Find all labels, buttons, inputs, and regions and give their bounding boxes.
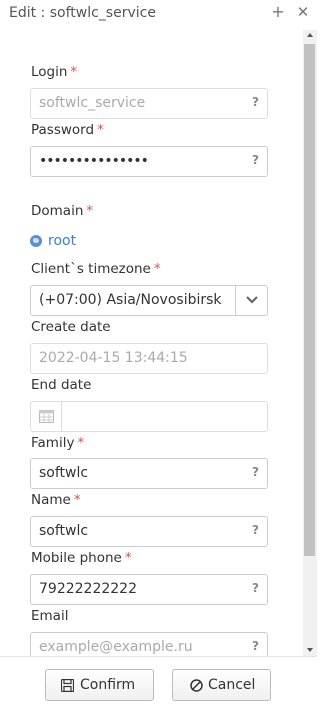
help-icon[interactable]: ? <box>252 95 259 109</box>
plus-icon[interactable]: + <box>271 3 285 21</box>
email-label: Email <box>31 608 69 624</box>
required-mark: * <box>153 261 161 277</box>
dialog-footer: Confirm Cancel <box>0 656 317 707</box>
dialog-title: Edit : softwlc_service <box>9 5 156 21</box>
login-label: Login * <box>31 64 78 80</box>
help-icon[interactable]: ? <box>252 523 259 537</box>
required-mark: * <box>86 203 94 219</box>
email-placeholder: example@example.ru <box>39 639 193 655</box>
cancel-label: Cancel <box>208 677 256 693</box>
mobile-phone-field[interactable]: 79222222222 ? <box>30 574 268 605</box>
family-field[interactable]: softwlc ? <box>30 458 268 489</box>
password-field[interactable]: ••••••••••••••• ? <box>30 146 268 177</box>
domain-value: root <box>48 233 77 249</box>
timezone-value: (+07:00) Asia/Novosibirsk <box>39 292 222 308</box>
family-label: Family * <box>31 435 85 451</box>
mobile-phone-label: Mobile phone * <box>31 550 132 566</box>
domain-label: Domain * <box>31 203 94 219</box>
password-value: ••••••••••••••• <box>39 153 149 169</box>
family-value: softwlc <box>39 465 89 481</box>
create-date-field: 2022-04-15 13:44:15 <box>30 343 268 374</box>
vertical-scrollbar[interactable] <box>303 30 317 656</box>
required-mark: * <box>70 64 78 80</box>
end-date-label: End date <box>31 377 92 393</box>
cancel-icon <box>190 679 203 692</box>
help-icon[interactable]: ? <box>252 581 259 595</box>
help-icon[interactable]: ? <box>252 639 259 653</box>
help-icon[interactable]: ? <box>252 153 259 167</box>
save-icon <box>61 679 74 692</box>
required-mark: * <box>124 550 132 566</box>
scroll-up-arrow-icon[interactable] <box>307 33 313 37</box>
required-mark: * <box>97 122 104 138</box>
confirm-label: Confirm <box>80 677 136 693</box>
create-date-label: Create date <box>31 319 111 335</box>
timezone-label: Client`s timezone * <box>31 261 161 277</box>
name-field[interactable]: softwlc ? <box>30 516 268 547</box>
login-value: softwlc_service <box>39 95 146 111</box>
calendar-icon <box>39 410 54 423</box>
cancel-button[interactable]: Cancel <box>172 669 271 701</box>
create-date-value: 2022-04-15 13:44:15 <box>39 350 188 366</box>
end-date-field[interactable] <box>30 401 268 432</box>
scroll-down-arrow-icon[interactable] <box>307 648 313 652</box>
name-label: Name * <box>31 492 81 508</box>
email-field[interactable]: example@example.ru ? <box>30 632 268 656</box>
help-icon[interactable]: ? <box>252 465 259 479</box>
select-divider <box>235 286 236 315</box>
timezone-select[interactable]: (+07:00) Asia/Novosibirsk <box>30 285 268 316</box>
login-field[interactable]: softwlc_service ? <box>30 88 268 119</box>
form-scroll-area: Login * softwlc_service ? Password * •••••… <box>0 30 317 656</box>
required-mark: * <box>77 435 85 451</box>
scrollbar-thumb[interactable] <box>304 44 315 556</box>
confirm-button[interactable]: Confirm <box>45 669 154 701</box>
close-icon[interactable]: ✕ <box>296 3 310 21</box>
password-label: Password * <box>31 122 104 138</box>
name-value: softwlc <box>39 523 89 539</box>
calendar-button[interactable] <box>31 402 62 431</box>
required-mark: * <box>73 492 81 508</box>
globe-icon <box>30 235 42 247</box>
dialog-header: Edit : softwlc_service + ✕ <box>0 0 317 28</box>
chevron-down-icon[interactable] <box>246 295 258 305</box>
mobile-phone-value: 79222222222 <box>39 581 137 597</box>
